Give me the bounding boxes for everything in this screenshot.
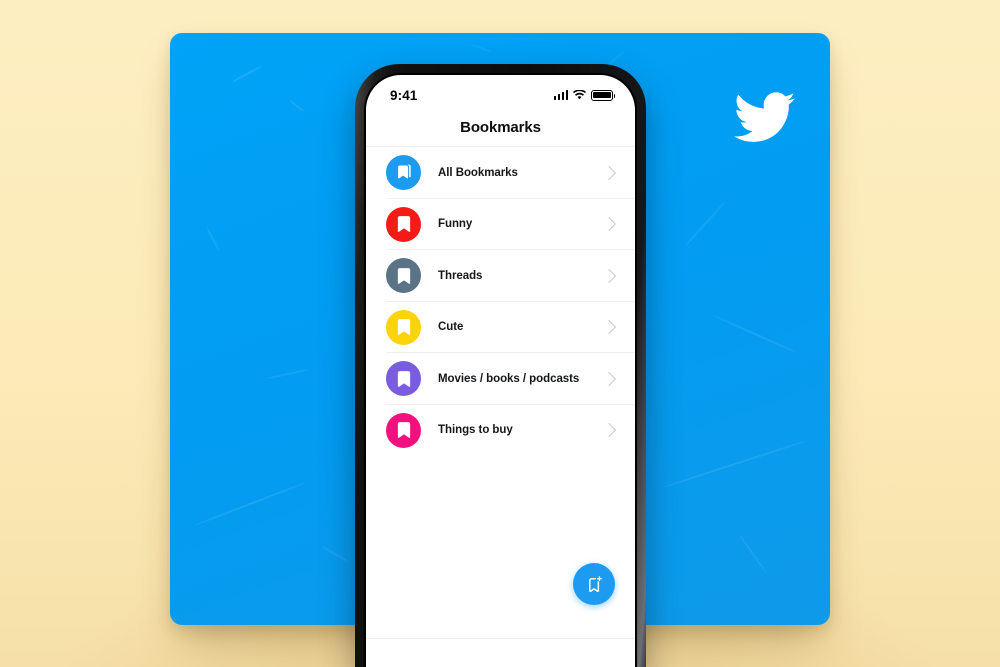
status-bar-icons [553,89,616,101]
texture-scratch [206,227,220,251]
chevron-right-icon[interactable] [601,320,617,335]
page-title: Bookmarks [460,119,541,136]
texture-scratch [684,201,726,247]
list-item-label: Threads [438,269,483,282]
texture-scratch [193,481,307,527]
list-item-label: Movies / books / podcasts [438,372,580,385]
list-item-label: Cute [438,321,464,334]
chevron-right-icon[interactable] [601,371,617,386]
bookmarks-stack-icon [386,155,421,191]
texture-scratch [289,99,305,113]
phone-bezel: 9:41 Bookmarks All Bookmarks Funny Threa… [364,73,637,667]
list-item-label: Things to buy [438,424,513,437]
texture-scratch [470,43,492,53]
bottom-divider [366,638,635,639]
wifi-icon [573,90,586,100]
phone-mockup: 9:41 Bookmarks All Bookmarks Funny Threa… [355,64,646,667]
chevron-right-icon[interactable] [601,268,617,283]
cellular-signal-icon [553,90,568,100]
list-item-funny[interactable]: Funny [366,199,635,251]
chevron-right-icon[interactable] [601,217,617,232]
chevron-right-icon[interactable] [601,423,617,438]
status-bar: 9:41 [366,75,635,109]
battery-icon [591,89,616,101]
bookmark-icon [386,412,421,448]
bookmark-icon [386,206,421,242]
bookmark-folder-list: All Bookmarks Funny Threads Cute Movies … [366,147,635,456]
texture-scratch [321,545,349,563]
texture-scratch [266,368,310,380]
screen-header: Bookmarks [366,109,635,147]
texture-scratch [738,534,768,574]
list-item-all-bookmarks[interactable]: All Bookmarks [366,147,635,199]
list-item-label: Funny [438,218,473,231]
twitter-bird-icon [734,91,796,145]
list-item-things-to-buy[interactable]: Things to buy [366,405,635,457]
texture-scratch [713,314,797,354]
add-bookmark-button[interactable] [573,563,615,605]
bookmark-icon [386,361,421,397]
phone-screen: 9:41 Bookmarks All Bookmarks Funny Threa… [366,75,635,667]
texture-scratch [231,65,263,83]
list-item-threads[interactable]: Threads [366,250,635,302]
chevron-right-icon[interactable] [601,165,617,180]
texture-scratch [663,439,807,489]
bookmark-icon [386,309,421,345]
list-item-movies-books-podcasts[interactable]: Movies / books / podcasts [366,353,635,405]
status-bar-time: 9:41 [390,87,418,103]
list-item-label: All Bookmarks [438,166,518,179]
bookmark-icon [386,258,421,294]
list-item-cute[interactable]: Cute [366,302,635,354]
